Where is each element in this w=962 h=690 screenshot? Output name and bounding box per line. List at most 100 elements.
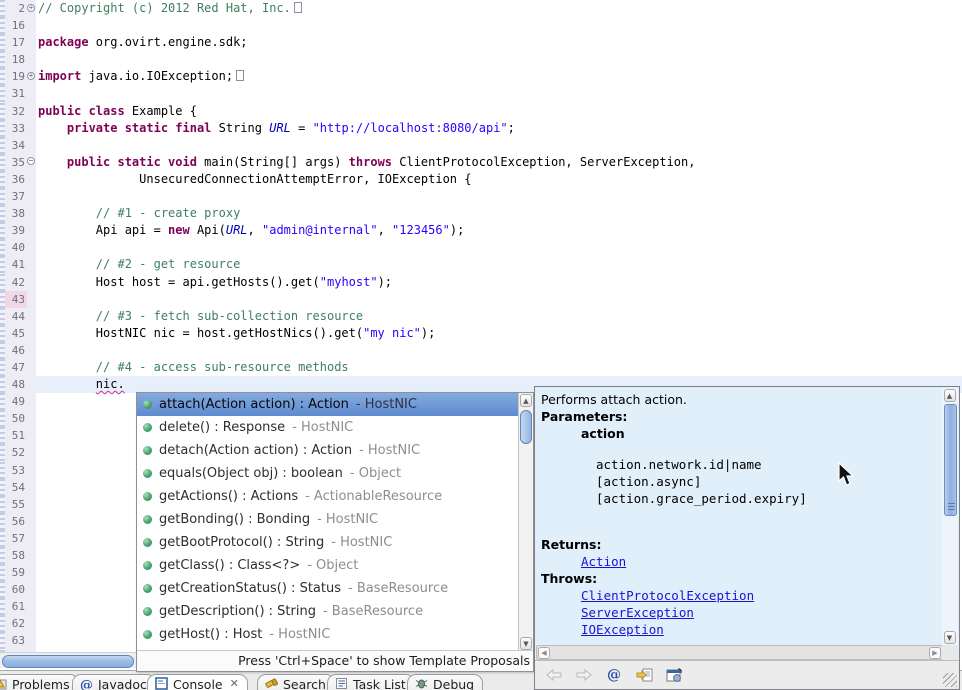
- throws-links: ClientProtocolException ServerException IO…: [541, 587, 943, 638]
- open-in-browser-button[interactable]: [665, 666, 683, 684]
- scroll-up-button[interactable]: ▲: [520, 394, 532, 407]
- fold-collapse-marker[interactable]: −: [27, 157, 35, 165]
- code-text: // #1 - create proxy: [36, 205, 962, 222]
- code-line: 34: [0, 137, 962, 154]
- code-line: 44 // #3 - fetch sub-collection resource: [0, 308, 962, 325]
- line-number: 47: [5, 359, 27, 376]
- public-method-icon: [143, 584, 152, 593]
- throws-label: Throws:: [541, 570, 943, 587]
- fold-column: [27, 496, 36, 513]
- line-number: 38: [5, 205, 27, 222]
- view-tab-task-list[interactable]: Task List: [327, 674, 415, 690]
- fold-expand-marker[interactable]: +: [27, 4, 35, 12]
- scroll-left-button[interactable]: ◀: [538, 647, 550, 659]
- completion-scrollbar[interactable]: ▲ ▼: [518, 393, 533, 651]
- line-number: 33: [5, 120, 27, 137]
- code-line: 16: [0, 17, 962, 34]
- line-number: 54: [5, 479, 27, 496]
- completion-item[interactable]: getBonding() : Bonding - HostNIC: [137, 508, 518, 531]
- view-tab-label: Javadoc: [98, 677, 147, 690]
- completion-item[interactable]: getHost() : Host - HostNIC: [137, 623, 518, 646]
- code-text: // Copyright (c) 2012 Red Hat, Inc.: [36, 0, 962, 17]
- completion-item[interactable]: getDescription() : String - BaseResource: [137, 600, 518, 623]
- public-method-icon: [143, 400, 152, 409]
- completion-origin-type: - HostNIC: [292, 420, 353, 435]
- search-icon: [265, 677, 278, 690]
- line-number: 46: [5, 342, 27, 359]
- completion-item[interactable]: delete() : Response - HostNIC: [137, 416, 518, 439]
- view-tab-label: Search: [283, 677, 326, 690]
- code-text: [36, 51, 962, 68]
- code-text: [36, 291, 962, 308]
- completion-item[interactable]: getCreationStatus() : Status - BaseResou…: [137, 577, 518, 600]
- tasklist-icon: [335, 677, 348, 690]
- line-number: 51: [5, 427, 27, 444]
- fold-expand-marker[interactable]: +: [27, 72, 35, 80]
- javadoc-hover-panel: Performs attach action. Parameters: acti…: [534, 386, 960, 690]
- line-number: 59: [5, 564, 27, 581]
- eclipse-editor-window: 2 + // Copyright (c) 2012 Red Hat, Inc. …: [0, 0, 962, 690]
- completion-label: equals(Object obj) : boolean: [159, 466, 343, 481]
- line-number: 61: [5, 598, 27, 615]
- code-text: public class Example {: [36, 103, 962, 120]
- view-tab-problems[interactable]: Problems: [0, 674, 79, 690]
- javadoc-vscroll-thumb[interactable]: [944, 404, 957, 516]
- scroll-up-button[interactable]: ▲: [944, 389, 956, 402]
- forward-button[interactable]: [575, 666, 593, 684]
- completion-item[interactable]: getClass() : Class<?> - Object: [137, 554, 518, 577]
- console-icon: [155, 677, 168, 690]
- line-number: 42: [5, 274, 27, 291]
- fold-column: [27, 188, 36, 205]
- throws-exception-link[interactable]: ClientProtocolException: [581, 588, 754, 603]
- fold-column: [27, 325, 36, 342]
- throws-exception-link[interactable]: IOException: [581, 622, 664, 637]
- javadoc-vertical-scrollbar[interactable]: ▲ ▼: [942, 388, 958, 645]
- completion-item[interactable]: getBootProtocol() : String - HostNIC: [137, 531, 518, 554]
- throws-exception-link[interactable]: ServerException: [581, 605, 694, 620]
- scroll-down-button[interactable]: ▼: [520, 637, 532, 650]
- completion-item[interactable]: attach(Action action) : Action - HostNIC: [137, 393, 518, 416]
- completion-item[interactable]: detach(Action action) : Action - HostNIC: [137, 439, 518, 462]
- public-method-icon: [143, 492, 152, 501]
- view-tab-search[interactable]: Search: [257, 674, 335, 690]
- code-line: 2 + // Copyright (c) 2012 Red Hat, Inc.: [0, 0, 962, 17]
- javadoc-content: Performs attach action. Parameters: acti…: [535, 387, 943, 643]
- javadoc-horizontal-scrollbar[interactable]: ◀ ▶: [536, 645, 943, 660]
- view-tab-label: Problems: [12, 677, 70, 690]
- resize-grip[interactable]: [943, 673, 957, 687]
- line-number: 58: [5, 547, 27, 564]
- scroll-right-button[interactable]: ▶: [929, 647, 941, 659]
- view-tab-console[interactable]: Console✕: [147, 674, 248, 690]
- code-text: // #3 - fetch sub-collection resource: [36, 308, 962, 325]
- line-number: 37: [5, 188, 27, 205]
- scroll-down-button[interactable]: ▼: [944, 631, 956, 644]
- back-button[interactable]: [545, 666, 563, 684]
- code-text: [36, 85, 962, 102]
- completion-origin-type: - Object: [350, 466, 401, 481]
- code-text: Api api = new Api(URL, "admin@internal",…: [36, 222, 962, 239]
- completion-origin-type: - HostNIC: [356, 397, 417, 412]
- show-original-javadoc-button[interactable]: @: [605, 666, 623, 684]
- fold-column: [27, 598, 36, 615]
- fold-column: −: [27, 154, 36, 171]
- completion-label: getBootProtocol() : String: [159, 535, 324, 550]
- code-line: 31: [0, 85, 962, 102]
- completion-item[interactable]: getActions() : Actions - ActionableResou…: [137, 485, 518, 508]
- completion-item[interactable]: equals(Object obj) : boolean - Object: [137, 462, 518, 485]
- fold-column: [27, 17, 36, 34]
- folded-region-box[interactable]: [236, 70, 244, 81]
- folded-region-box[interactable]: [294, 2, 302, 13]
- returns-type-link[interactable]: Action: [581, 554, 626, 569]
- view-tab-javadoc[interactable]: @Javadoc: [72, 674, 156, 690]
- fold-column: [27, 222, 36, 239]
- show-in-javadoc-view-button[interactable]: [635, 666, 653, 684]
- completion-scroll-thumb[interactable]: [520, 410, 532, 444]
- line-number: 44: [5, 308, 27, 325]
- line-number: 17: [5, 34, 27, 51]
- completion-origin-type: - HostNIC: [331, 535, 392, 550]
- editor-hscroll-thumb[interactable]: [2, 655, 134, 668]
- view-tab-debug[interactable]: Debug: [407, 674, 483, 690]
- completion-label: getHost() : Host: [159, 627, 262, 642]
- close-icon[interactable]: ✕: [230, 677, 239, 690]
- fold-column: [27, 239, 36, 256]
